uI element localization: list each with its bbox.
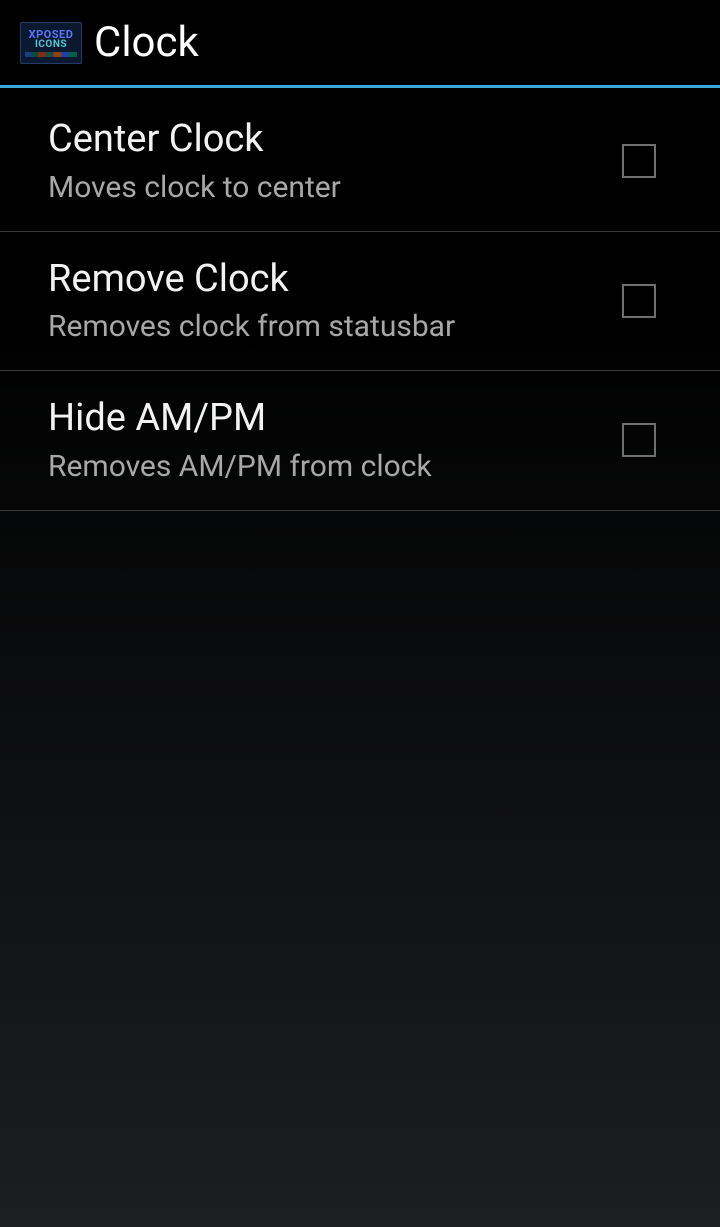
checkbox-icon[interactable] xyxy=(622,284,656,318)
setting-hide-ampm[interactable]: Hide AM/PM Removes AM/PM from clock xyxy=(0,371,720,511)
page-title: Clock xyxy=(94,18,199,67)
action-bar: XPOSED ICONS Clock xyxy=(0,0,720,88)
setting-title: Remove Clock xyxy=(48,256,602,304)
app-icon: XPOSED ICONS xyxy=(20,22,82,64)
checkbox-icon[interactable] xyxy=(622,423,656,457)
setting-texts: Center Clock Moves clock to center xyxy=(48,116,602,207)
setting-center-clock[interactable]: Center Clock Moves clock to center xyxy=(0,92,720,232)
checkbox-icon[interactable] xyxy=(622,144,656,178)
app-icon-text-line2: ICONS xyxy=(35,40,67,50)
app-icon-text-line1: XPOSED xyxy=(29,29,74,40)
setting-remove-clock[interactable]: Remove Clock Removes clock from statusba… xyxy=(0,232,720,372)
setting-title: Center Clock xyxy=(48,116,602,164)
setting-summary: Removes clock from statusbar xyxy=(48,307,602,346)
setting-title: Hide AM/PM xyxy=(48,395,602,443)
setting-summary: Removes AM/PM from clock xyxy=(48,447,602,486)
setting-summary: Moves clock to center xyxy=(48,168,602,207)
setting-texts: Remove Clock Removes clock from statusba… xyxy=(48,256,602,347)
settings-list: Center Clock Moves clock to center Remov… xyxy=(0,88,720,511)
app-icon-color-bar xyxy=(25,52,77,57)
setting-texts: Hide AM/PM Removes AM/PM from clock xyxy=(48,395,602,486)
screen-root: XPOSED ICONS Clock Center Clock Moves cl… xyxy=(0,0,720,1227)
